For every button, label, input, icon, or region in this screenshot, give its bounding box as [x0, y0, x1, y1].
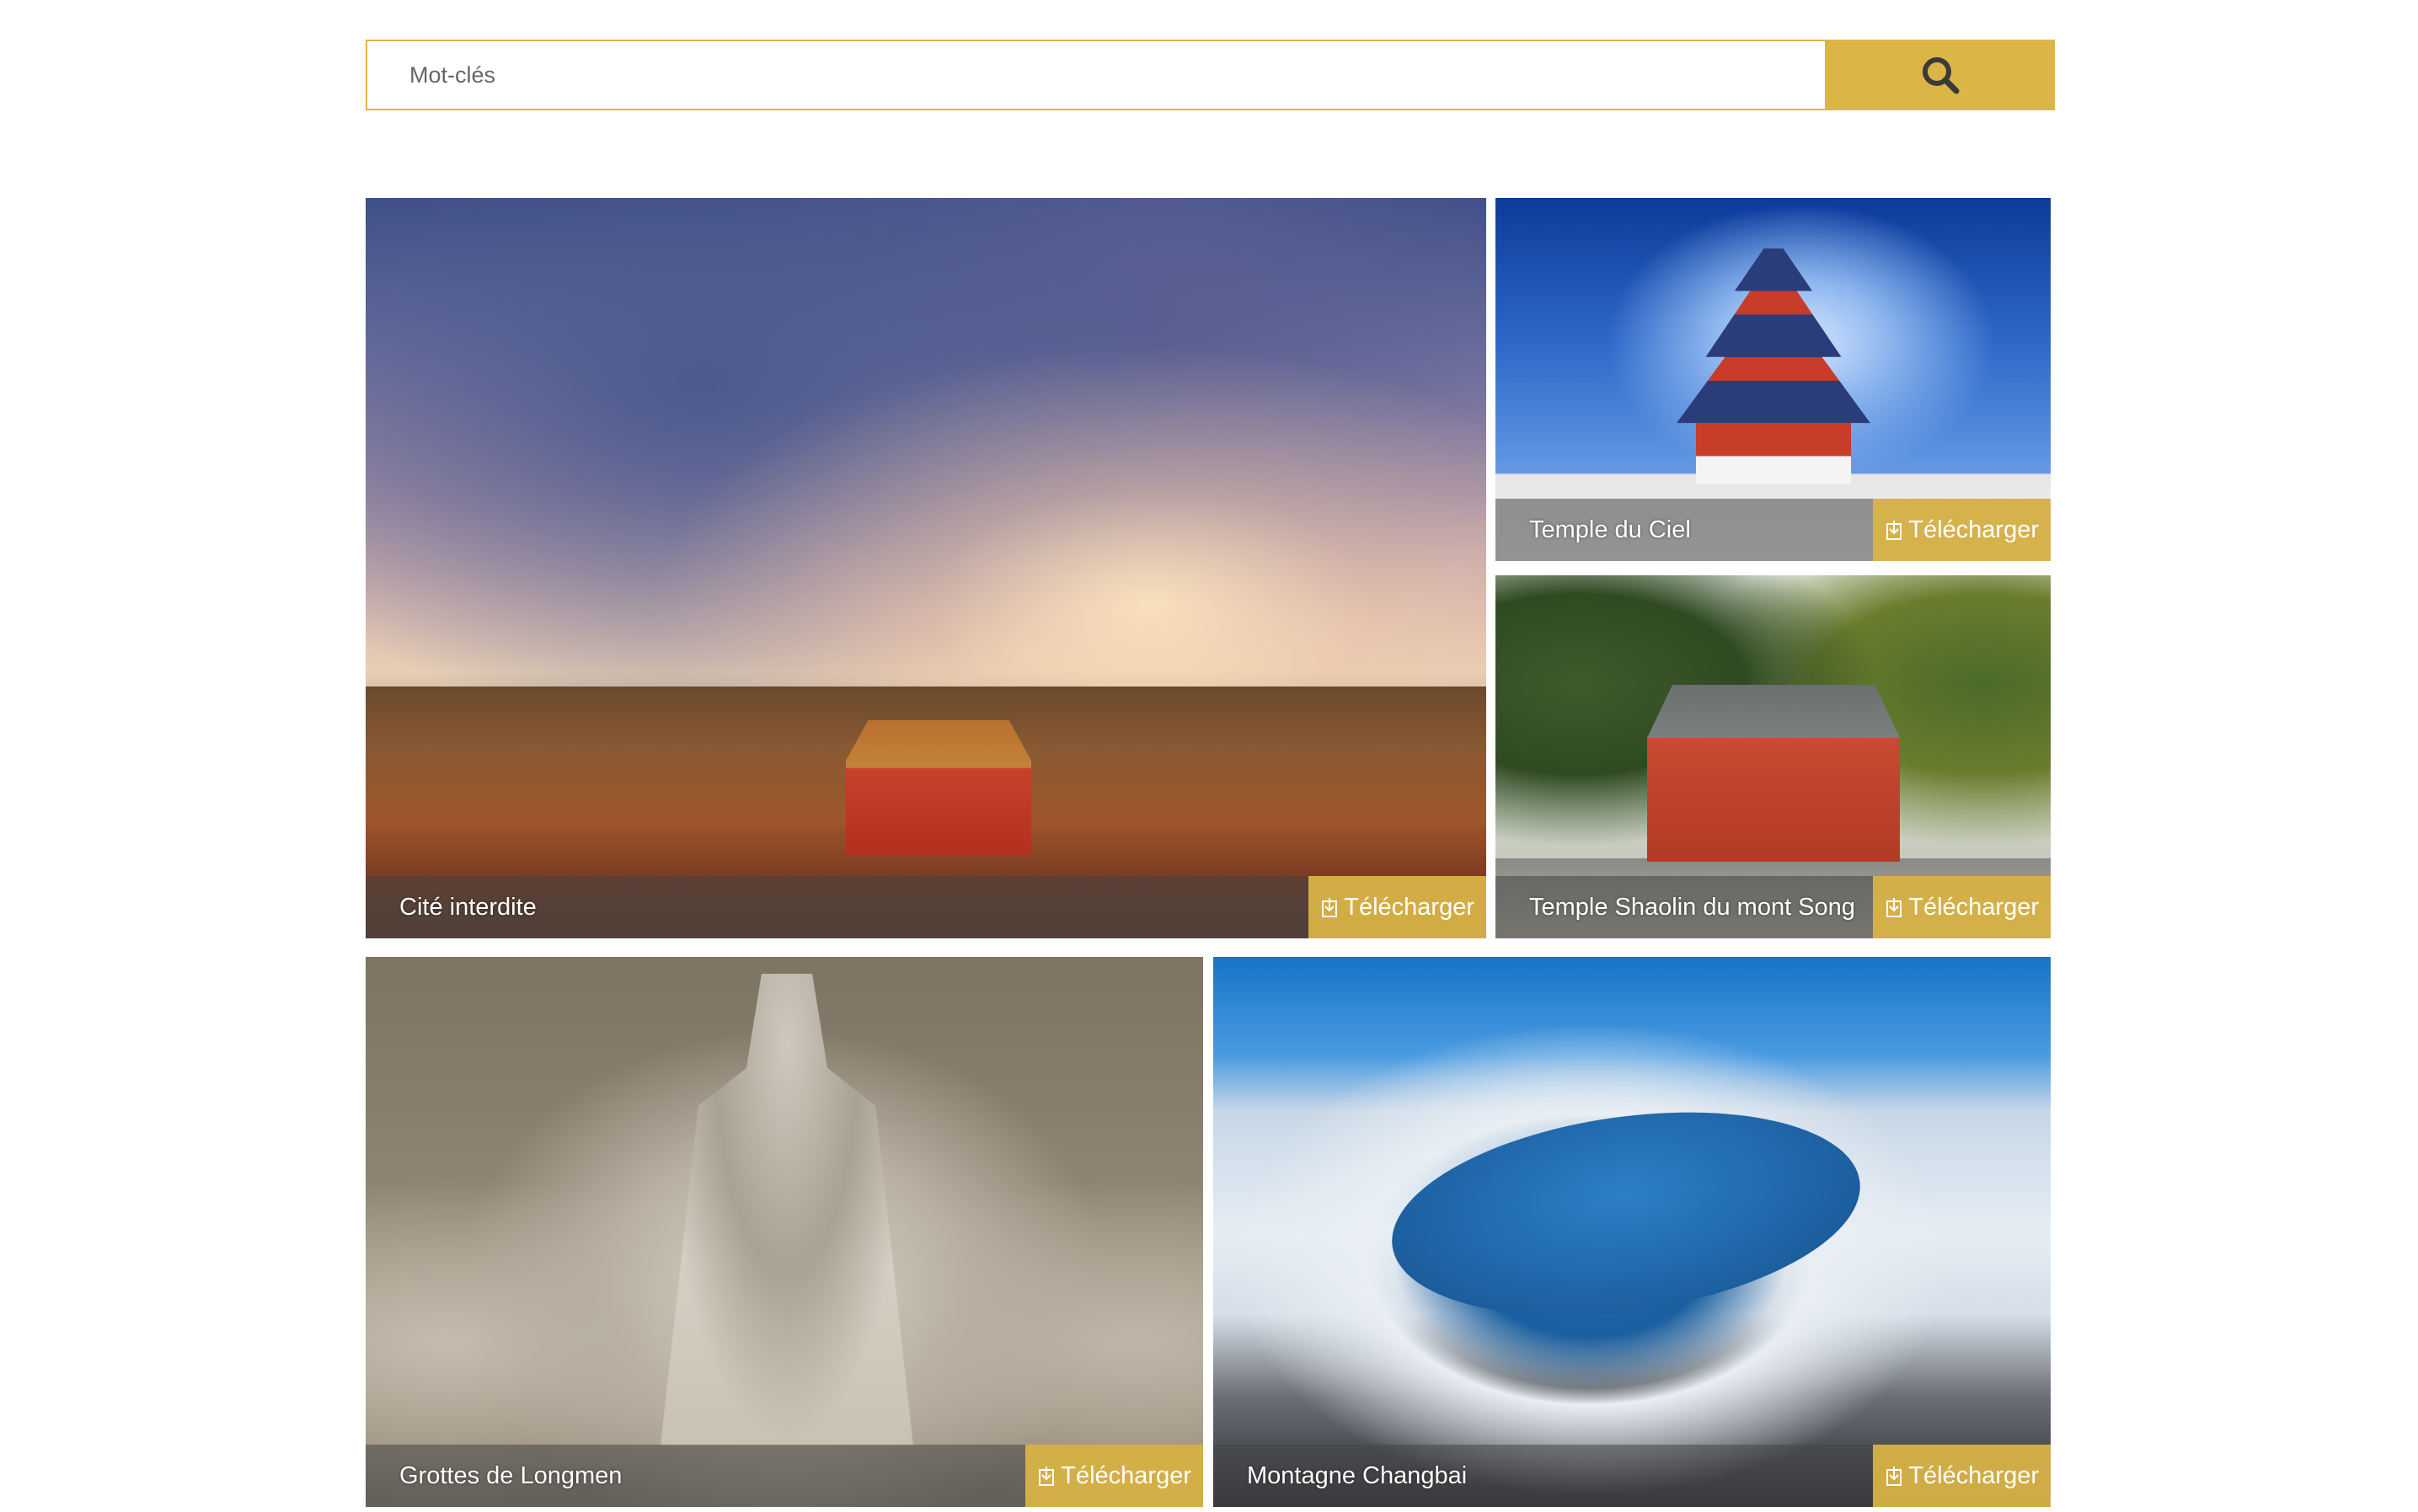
download-icon [1322, 898, 1338, 917]
gallery-tile[interactable]: Temple Shaolin du mont Song Télécharger [1495, 575, 2051, 938]
download-label: Télécharger [1908, 893, 2039, 921]
gallery-tile[interactable]: Cité interdite Télécharger [366, 198, 1486, 938]
download-label: Télécharger [1061, 1461, 1191, 1489]
tile-caption: Temple Shaolin du mont Song [1529, 894, 1855, 921]
search-icon [1922, 57, 1959, 94]
download-icon [1886, 1467, 1902, 1486]
search-bar [366, 40, 2055, 110]
download-button[interactable]: Télécharger [1873, 876, 2051, 938]
gallery-tile[interactable]: Temple du Ciel Télécharger [1495, 198, 2051, 561]
download-label: Télécharger [1908, 516, 2039, 543]
palace-shape [846, 720, 1031, 855]
hall-shape [1647, 685, 1900, 862]
gallery-tile[interactable]: Montagne Changbai Télécharger [1213, 957, 2051, 1507]
tile-caption: Cité interdite [399, 894, 537, 921]
tile-caption: Temple du Ciel [1529, 516, 1691, 543]
gallery-tile[interactable]: Grottes de Longmen Télécharger [366, 957, 1203, 1507]
download-button[interactable]: Télécharger [1873, 499, 2051, 561]
download-icon [1886, 898, 1902, 917]
search-button[interactable] [1825, 40, 2055, 110]
download-label: Télécharger [1344, 893, 1474, 921]
tile-caption: Grottes de Longmen [399, 1462, 623, 1489]
download-button[interactable]: Télécharger [1873, 1445, 2051, 1507]
download-icon [1039, 1467, 1055, 1486]
tile-caption: Montagne Changbai [1247, 1462, 1468, 1489]
download-label: Télécharger [1908, 1461, 2039, 1489]
download-icon [1886, 521, 1902, 540]
download-button[interactable]: Télécharger [1308, 876, 1486, 938]
search-input[interactable] [366, 40, 1825, 110]
download-button[interactable]: Télécharger [1025, 1445, 1203, 1507]
